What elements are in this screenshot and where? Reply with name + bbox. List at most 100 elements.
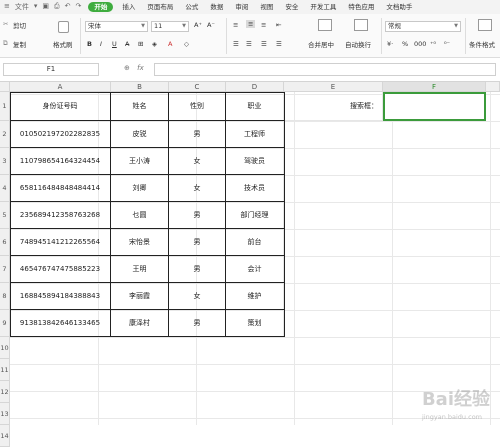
row-header[interactable]: 10 — [0, 337, 10, 359]
table-cell[interactable]: 维护 — [226, 283, 284, 310]
table-cell[interactable]: 女 — [169, 148, 226, 175]
print-icon[interactable]: ⎙ — [54, 2, 60, 12]
column-header-e[interactable]: E — [284, 82, 383, 92]
table-cell[interactable]: 驾驶员 — [226, 148, 284, 175]
tab-special[interactable]: 特色应用 — [342, 0, 380, 14]
border-icon[interactable]: ⊞ — [138, 40, 143, 48]
tab-review[interactable]: 审阅 — [229, 0, 254, 14]
row-header[interactable]: 5 — [0, 202, 10, 229]
table-cell[interactable]: 前台 — [226, 229, 284, 256]
bold-icon[interactable]: B — [87, 40, 92, 48]
row-header[interactable]: 8 — [0, 283, 10, 310]
table-cell[interactable]: 男 — [169, 121, 226, 148]
tab-developer[interactable]: 开发工具 — [304, 0, 342, 14]
chevron-down-icon[interactable]: ▾ — [34, 2, 38, 12]
row-header[interactable]: 1 — [0, 92, 10, 121]
search-label[interactable]: 搜索框： — [284, 92, 383, 121]
table-cell[interactable]: 女 — [169, 175, 226, 202]
copy-icon[interactable]: ⧉ — [3, 39, 8, 48]
table-cell[interactable]: 658116484848484414 — [10, 175, 111, 202]
font-color-icon[interactable]: A — [168, 40, 172, 48]
menu-icon[interactable]: ≡ — [4, 2, 10, 12]
table-cell[interactable]: 465476747475885223 — [10, 256, 111, 283]
merge-center-icon[interactable] — [318, 19, 332, 31]
table-cell[interactable]: 康泽村 — [111, 310, 169, 337]
conditional-format-icon[interactable] — [478, 19, 492, 31]
column-header-d[interactable]: D — [226, 82, 284, 92]
file-menu[interactable]: 文件 — [15, 2, 29, 12]
font-name-select[interactable]: 宋体 ▼ — [85, 21, 148, 32]
row-header[interactable]: 2 — [0, 121, 10, 148]
tab-formulas[interactable]: 公式 — [179, 0, 204, 14]
redo-icon[interactable]: ↷ — [76, 2, 82, 12]
table-cell[interactable]: 工程师 — [226, 121, 284, 148]
row-header[interactable]: 13 — [0, 403, 10, 425]
column-header-c[interactable]: C — [169, 82, 226, 92]
table-cell[interactable]: 皮锐 — [111, 121, 169, 148]
decimal-increase-icon[interactable]: ⁺⁰ — [430, 40, 436, 48]
row-header[interactable]: 6 — [0, 229, 10, 256]
table-cell[interactable]: 女 — [169, 283, 226, 310]
table-cell[interactable]: 部门经理 — [226, 202, 284, 229]
table-cell[interactable]: 技术员 — [226, 175, 284, 202]
tab-insert[interactable]: 插入 — [116, 0, 141, 14]
column-header-a[interactable]: A — [10, 82, 111, 92]
align-top-icon[interactable]: ≡ — [233, 21, 238, 29]
table-cell[interactable]: 李丽霞 — [111, 283, 169, 310]
tab-doc-assistant[interactable]: 文档助手 — [380, 0, 418, 14]
scissors-icon[interactable]: ✂ — [3, 20, 8, 28]
tab-view[interactable]: 视图 — [254, 0, 279, 14]
conditional-format-button[interactable]: 条件格式 — [469, 39, 495, 49]
wrap-text-button[interactable]: 自动换行 — [345, 39, 371, 49]
column-header-b[interactable]: B — [111, 82, 169, 92]
format-painter-icon[interactable] — [58, 21, 69, 33]
underline-icon[interactable]: U — [112, 40, 117, 48]
font-size-select[interactable]: 11 ▼ — [151, 21, 189, 32]
table-cell[interactable]: 110798654164324454 — [10, 148, 111, 175]
formula-input[interactable] — [154, 63, 496, 76]
tab-security[interactable]: 安全 — [279, 0, 304, 14]
table-cell[interactable]: 168845894184388843 — [10, 283, 111, 310]
table-header-cell[interactable]: 性别 — [169, 92, 226, 121]
table-cell[interactable]: 748945141212265564 — [10, 229, 111, 256]
fill-color-icon[interactable]: ◈ — [152, 40, 157, 48]
table-cell[interactable]: 913813842646133465 — [10, 310, 111, 337]
table-cell[interactable]: 010502197202282835 — [10, 121, 111, 148]
table-cell[interactable]: 乜圆 — [111, 202, 169, 229]
thousands-icon[interactable]: 000 — [414, 40, 426, 48]
table-cell[interactable]: 王明 — [111, 256, 169, 283]
justify-icon[interactable]: ☰ — [276, 40, 282, 48]
fx-icon[interactable]: fx — [137, 64, 144, 72]
number-format-select[interactable]: 常规 ▼ — [385, 21, 461, 32]
table-header-cell[interactable]: 职业 — [226, 92, 284, 121]
format-painter-button[interactable]: 格式刷 — [53, 39, 73, 49]
italic-icon[interactable]: I — [100, 40, 102, 48]
table-cell[interactable]: 男 — [169, 229, 226, 256]
table-cell[interactable]: 235689412358763268 — [10, 202, 111, 229]
decrease-font-icon[interactable]: A⁻ — [207, 21, 215, 29]
table-cell[interactable]: 会计 — [226, 256, 284, 283]
tab-page-layout[interactable]: 页面布局 — [141, 0, 179, 14]
row-header[interactable]: 3 — [0, 148, 10, 175]
row-header[interactable]: 7 — [0, 256, 10, 283]
align-left-icon[interactable]: ☰ — [233, 40, 239, 48]
table-cell[interactable]: 王小涛 — [111, 148, 169, 175]
name-box[interactable]: F1 — [3, 63, 99, 76]
tab-data[interactable]: 数据 — [204, 0, 229, 14]
align-center-icon[interactable]: ☰ — [246, 40, 252, 48]
table-header-cell[interactable]: 姓名 — [111, 92, 169, 121]
merge-center-button[interactable]: 合并居中 — [308, 39, 334, 49]
table-cell[interactable]: 男 — [169, 310, 226, 337]
row-header[interactable]: 11 — [0, 359, 10, 381]
row-header[interactable]: 9 — [0, 310, 10, 337]
clear-format-icon[interactable]: ◇ — [184, 40, 189, 48]
column-header-g[interactable] — [486, 82, 500, 92]
align-bottom-icon[interactable]: ≡ — [261, 21, 266, 29]
undo-icon[interactable]: ↶ — [65, 2, 71, 12]
table-header-cell[interactable]: 身份证号码 — [10, 92, 111, 121]
row-header[interactable]: 14 — [0, 425, 10, 447]
indent-decrease-icon[interactable]: ⇤ — [276, 21, 281, 29]
zoom-icon[interactable]: ⊕ — [124, 64, 130, 72]
increase-font-icon[interactable]: A⁺ — [194, 21, 202, 29]
align-right-icon[interactable]: ☰ — [261, 40, 267, 48]
